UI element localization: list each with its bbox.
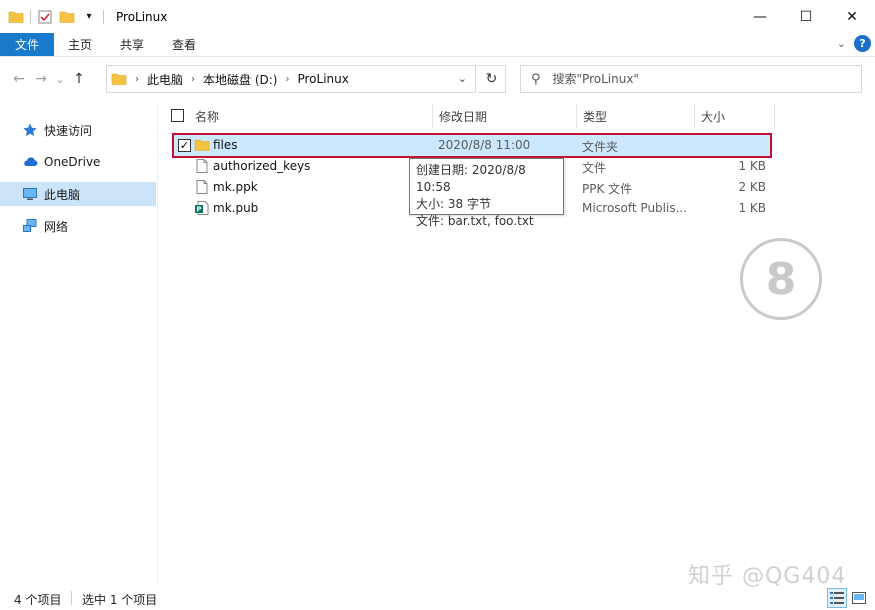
minimize-button[interactable]: — (737, 0, 783, 33)
file-size: 2 KB (738, 180, 766, 194)
search-box[interactable]: ⚲ (520, 65, 862, 93)
expand-ribbon-icon[interactable]: ⌄ (837, 37, 846, 50)
forward-button[interactable]: → (30, 65, 52, 93)
file-icon (194, 179, 210, 195)
table-row[interactable]: ✓ files 2020/8/8 11:00 文件夹 (172, 133, 772, 158)
view-switcher (827, 588, 869, 608)
window-controls: — ☐ ✕ (737, 0, 875, 33)
tab-share[interactable]: 共享 (106, 33, 158, 56)
file-type: 文件夹 (582, 140, 619, 154)
file-size: 1 KB (738, 159, 766, 173)
network-icon (22, 218, 40, 234)
cloud-icon (22, 154, 40, 170)
properties-icon[interactable] (37, 9, 53, 25)
file-name: mk.pub (213, 201, 259, 215)
file-type: PPK 文件 (582, 182, 633, 196)
file-type: Microsoft Publis... (582, 201, 688, 215)
file-size: 1 KB (738, 201, 766, 215)
ribbon-tabs: 文件 主页 共享 查看 ⌄ ? (0, 33, 875, 57)
sidebar-item-label: OneDrive (44, 155, 101, 169)
status-divider (71, 591, 72, 605)
customize-toolbar-icon[interactable]: ▾ (81, 9, 97, 25)
tooltip-created-date: 创建日期: 2020/8/8 10:58 (416, 163, 526, 194)
column-header: 名称 修改日期 类型 大小 (160, 103, 776, 129)
column-date[interactable]: 修改日期 (433, 103, 577, 129)
column-size[interactable]: 大小 (695, 103, 775, 129)
file-date: 2020/8/8 11:00 (438, 138, 531, 152)
row-checkbox[interactable]: ✓ (178, 139, 191, 152)
file-icon (194, 158, 210, 174)
tab-view[interactable]: 查看 (158, 33, 210, 56)
breadcrumb-separator[interactable]: › (135, 74, 139, 85)
details-view-icon (830, 592, 844, 604)
status-bar: 4 个项目 选中 1 个项目 (0, 586, 875, 610)
large-icons-view-button[interactable] (849, 588, 869, 608)
folder-icon (111, 71, 127, 87)
column-name[interactable]: 名称 (189, 103, 433, 129)
breadcrumb-separator[interactable]: › (285, 74, 289, 85)
item-count: 4 个项目 (14, 593, 62, 607)
navigation-pane: 快速访问 OneDrive 此电脑 网络 (0, 104, 158, 584)
tooltip-size: 大小: 38 字节 (416, 197, 491, 211)
star-icon (22, 122, 40, 138)
folder-tooltip: 创建日期: 2020/8/8 10:58 大小: 38 字节 文件: bar.t… (409, 158, 564, 228)
breadcrumb-this-pc[interactable]: 此电脑 (147, 71, 183, 88)
window-title: ProLinux (116, 9, 168, 24)
sidebar-item-label: 网络 (44, 219, 69, 234)
navigation-bar: ← → ⌄ ↑ › 此电脑 › 本地磁盘 (D:) › ProLinux ⌄ ↻… (0, 62, 875, 96)
recent-locations-button[interactable]: ⌄ (52, 65, 68, 93)
large-icons-view-icon (852, 592, 866, 604)
toolbar-divider (30, 9, 31, 24)
file-name: authorized_keys (213, 159, 311, 173)
close-button[interactable]: ✕ (829, 0, 875, 33)
new-folder-icon[interactable] (59, 9, 75, 25)
refresh-button[interactable]: ↻ (478, 65, 506, 93)
help-icon[interactable]: ? (854, 35, 871, 52)
sidebar-item-label: 快速访问 (44, 123, 93, 138)
breadcrumb-separator[interactable]: › (191, 74, 195, 85)
tooltip-files: 文件: bar.txt, foo.txt (416, 214, 534, 228)
column-type[interactable]: 类型 (577, 103, 695, 129)
sidebar-item-quick-access[interactable]: 快速访问 (0, 118, 156, 142)
file-type: 文件 (582, 161, 607, 175)
back-button[interactable]: ← (8, 65, 30, 93)
file-name: files (213, 138, 238, 152)
select-all-checkbox[interactable] (171, 109, 184, 122)
search-icon: ⚲ (531, 71, 541, 87)
toolbar-divider (103, 9, 104, 24)
details-view-button[interactable] (827, 588, 847, 608)
tab-home[interactable]: 主页 (54, 33, 106, 56)
ribbon-right: ⌄ ? (837, 35, 871, 52)
breadcrumb-prolinux[interactable]: ProLinux (297, 72, 348, 86)
sidebar-item-network[interactable]: 网络 (0, 214, 156, 238)
folder-icon (194, 137, 210, 153)
chevron-down-icon[interactable]: ⌄ (458, 72, 467, 85)
search-input[interactable] (552, 72, 833, 86)
computer-icon (22, 186, 40, 202)
selected-count: 选中 1 个项目 (82, 593, 158, 607)
publisher-icon: P (194, 200, 210, 216)
file-name: mk.ppk (213, 180, 258, 194)
folder-icon[interactable] (8, 9, 24, 25)
tab-file[interactable]: 文件 (0, 33, 55, 56)
title-bar: ▾ ProLinux — ☐ ✕ (0, 0, 875, 33)
maximize-button[interactable]: ☐ (783, 0, 829, 33)
sidebar-item-onedrive[interactable]: OneDrive (0, 150, 156, 174)
svg-text:P: P (196, 206, 201, 214)
sidebar-item-label: 此电脑 (44, 187, 81, 202)
step-number-badge: 8 (740, 238, 822, 320)
address-bar[interactable]: › 此电脑 › 本地磁盘 (D:) › ProLinux ⌄ (106, 65, 476, 93)
up-button[interactable]: ↑ (68, 65, 90, 93)
breadcrumb-local-disk[interactable]: 本地磁盘 (D:) (203, 71, 277, 88)
quick-access-toolbar: ▾ (0, 0, 110, 33)
sidebar-item-this-pc[interactable]: 此电脑 (0, 182, 156, 206)
